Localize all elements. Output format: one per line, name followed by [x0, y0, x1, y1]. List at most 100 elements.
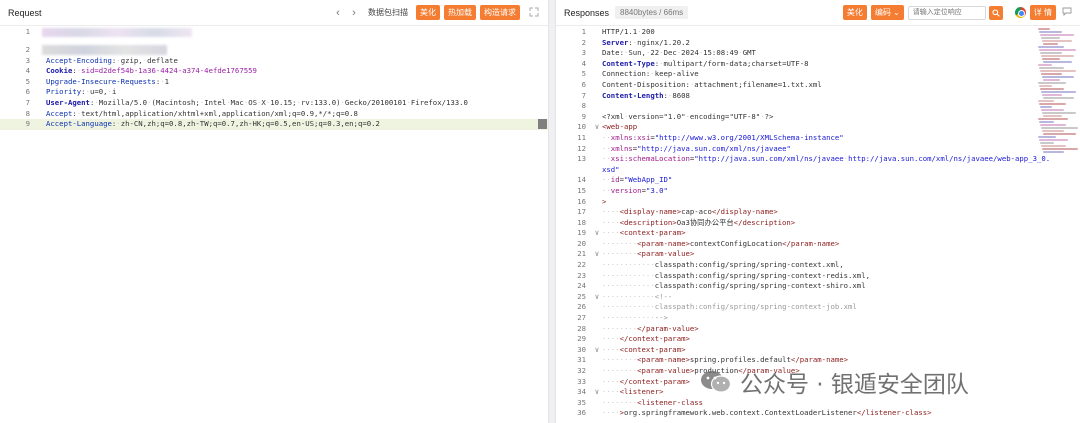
line-number: 21 [577, 249, 586, 259]
code-line[interactable]: 16 > [556, 197, 1080, 208]
response-editor[interactable]: 1 HTTP/1.1·200 2 Server:·nginx/1.20.2 3 Date:… [556, 26, 1080, 419]
code-line[interactable]: 15 ··version="3.0" [556, 186, 1080, 197]
hot-reload-button[interactable]: 热加载 [444, 5, 476, 20]
code-token: zh-CN,zh;q=0.8,zh-TW;q=0.7,zh-HK;q=0.5,e… [120, 119, 380, 129]
details-button[interactable]: 详 情 [1029, 5, 1056, 20]
build-request-button[interactable]: 构造请求 [480, 5, 520, 20]
chevron-right-icon[interactable]: › [346, 7, 362, 19]
code-text: ····<context-param> [602, 228, 685, 239]
expand-icon[interactable] [528, 7, 540, 19]
minimap-line [1043, 61, 1072, 63]
line-number: 24 [577, 281, 586, 291]
code-token: xsd" [602, 164, 620, 174]
code-token: HTTP/1.1 [602, 27, 638, 36]
line-number: 4 [25, 66, 30, 76]
code-token: ···· [602, 334, 620, 344]
search-icon[interactable] [988, 5, 1003, 20]
packet-scan-button[interactable]: 数据包扫描 [368, 7, 408, 18]
code-token: ·· [602, 154, 611, 164]
code-line[interactable]: 17 ····<display-name>cap-aco</display-nam… [556, 207, 1080, 218]
code-line[interactable]: 6 Priority:·u=0,·i [0, 87, 548, 98]
code-line[interactable]: 30 ∨ ····<context-param> [556, 345, 1080, 356]
code-line[interactable]: 27 ············--> [556, 313, 1080, 324]
code-token: "WebApp_ID" [624, 175, 673, 185]
fold-chevron-icon[interactable]: ∨ [592, 387, 602, 398]
code-line[interactable]: 4 Content-Type:·multipart/form-data;chars… [556, 59, 1080, 70]
minimap-line [1039, 49, 1076, 51]
code-line[interactable]: 2 [0, 45, 548, 56]
code-text: Accept-Language:·zh-CN,zh;q=0.8,zh-TW;q=… [46, 119, 380, 130]
code-line[interactable]: 7 User-Agent:·Mozilla/5.0·(Macintosh;·Int… [0, 98, 548, 109]
code-line[interactable]: 5 Upgrade-Insecure-Requests:·1 [0, 77, 548, 88]
minimap-line [1040, 34, 1074, 36]
code-line[interactable]: 9 <?xml·version="1.0"·encoding="UTF-8"·?> [556, 112, 1080, 123]
minimap-line [1039, 121, 1054, 123]
fold-chevron-icon[interactable]: ∨ [592, 292, 602, 303]
code-line[interactable]: xsd" [556, 165, 1080, 176]
encoding-dropdown[interactable]: 编码 ⌄ [870, 5, 904, 20]
code-line[interactable]: 24 ············classpath:config/spring/sp… [556, 281, 1080, 292]
line-number: 34 [577, 387, 586, 397]
code-line[interactable]: 18 ····<description>Oa3协同办公平台</descriptio… [556, 218, 1080, 229]
code-line[interactable]: 2 Server:·nginx/1.20.2 [556, 38, 1080, 49]
code-token: <param-name> [637, 238, 690, 248]
code-line[interactable]: 14 ··id="WebApp_ID" [556, 175, 1080, 186]
beautify-button[interactable]: 美化 [416, 5, 440, 20]
code-line[interactable]: 8 Accept:·text/html,application/xhtml+xml… [0, 109, 548, 120]
code-minimap[interactable] [1038, 28, 1078, 168]
beautify-button[interactable]: 美化 [842, 5, 867, 20]
fold-chevron-icon[interactable]: ∨ [592, 228, 602, 239]
code-line[interactable]: 19 ∨ ····<context-param> [556, 228, 1080, 239]
pane-divider[interactable] [548, 0, 556, 423]
code-line[interactable]: 22 ············classpath:config/spring/sp… [556, 260, 1080, 271]
code-line[interactable]: 28 ········</param-value> [556, 324, 1080, 335]
line-number: 32 [577, 366, 586, 375]
code-line[interactable]: 11 ··xmlns:xsi="http://www.w3.org/2001/XM… [556, 133, 1080, 144]
code-line[interactable]: 21 ∨ ········<param-value> [556, 249, 1080, 260]
code-line[interactable]: 29 ····</context-param> [556, 334, 1080, 345]
chevron-left-icon[interactable]: ‹ [330, 7, 346, 19]
line-number: 28 [577, 323, 586, 333]
code-text: ··id="WebApp_ID" [602, 175, 672, 186]
request-editor[interactable]: 1 2 3 Accept-Encoding:·gzip,·deflate 4 Cookie… [0, 26, 548, 130]
code-line[interactable]: 8 [556, 101, 1080, 112]
code-line[interactable]: 12 ··xmlns="http://java.sun.com/xml/ns/ja… [556, 144, 1080, 155]
code-line[interactable]: 4 Cookie:·sid=d2def54b-1a36-4424-a374-4ef… [0, 66, 548, 77]
code-line[interactable]: 23 ············classpath:config/spring/sp… [556, 271, 1080, 282]
code-token: nginx/1.20.2 [637, 37, 690, 47]
code-token: Intel [204, 97, 227, 107]
line-number: 2 [581, 37, 586, 47]
code-line[interactable]: 7 Content-Length:·8608 [556, 91, 1080, 102]
code-line[interactable]: 20 ········<param-name>contextConfigLocat… [556, 239, 1080, 250]
code-token: text/html,application/xhtml+xml,applicat… [81, 108, 358, 118]
code-line[interactable]: 25 ∨ ············<!-- [556, 292, 1080, 303]
code-line[interactable]: 1 HTTP/1.1·200 [556, 27, 1080, 38]
code-line[interactable]: 3 Date:·Sun,·22·Dec·2024·15:08:49·GMT [556, 48, 1080, 59]
code-line[interactable]: 9 Accept-Language:·zh-CN,zh;q=0.8,zh-TW;q… [0, 119, 548, 130]
code-line[interactable]: 36 ····>org.springframework.web.context.C… [556, 408, 1080, 419]
code-token: 8608 [672, 90, 690, 100]
code-token: ········ [602, 249, 638, 259]
fold-chevron-icon[interactable]: ∨ [592, 122, 602, 133]
line-number: 25 [577, 291, 586, 301]
code-line[interactable]: 35 ········<listener-class [556, 398, 1080, 409]
chrome-icon[interactable] [1014, 7, 1026, 18]
line-number: 3 [581, 48, 586, 58]
chat-icon[interactable] [1062, 7, 1072, 18]
code-token: ············ [602, 270, 655, 280]
code-token: (Macintosh; [151, 97, 200, 107]
code-token: </param-name> [790, 355, 849, 365]
code-line[interactable]: 5 Connection:·keep-alive [556, 69, 1080, 80]
fold-chevron-icon[interactable]: ∨ [592, 249, 602, 260]
watermark-text: 公众号 · 银遁安全团队 [740, 372, 969, 398]
code-line[interactable]: 13 ··xsi:schemaLocation="http://java.sun.… [556, 154, 1080, 165]
code-line[interactable]: 26 ············classpath:config/spring/sp… [556, 302, 1080, 313]
code-line[interactable]: 6 Content-Disposition:·attachment;filenam… [556, 80, 1080, 91]
fold-chevron-icon[interactable]: ∨ [592, 345, 602, 356]
minimap-line [1043, 97, 1074, 99]
line-number: 1 [25, 27, 30, 36]
code-line[interactable]: 3 Accept-Encoding:·gzip,·deflate [0, 56, 548, 67]
code-line[interactable]: 10 ∨ <web-app [556, 122, 1080, 133]
code-line[interactable]: 1 [0, 27, 548, 45]
locate-response-input[interactable] [907, 5, 986, 20]
